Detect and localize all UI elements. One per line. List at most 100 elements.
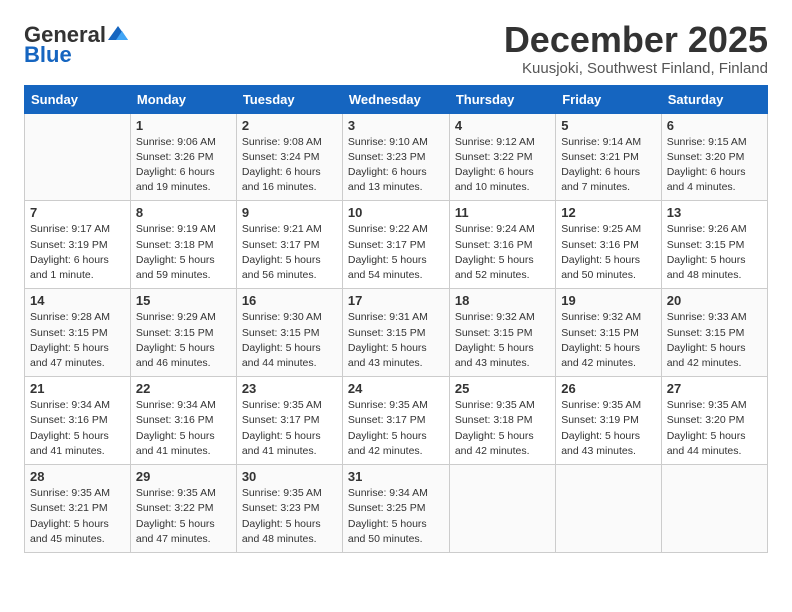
calendar-cell: 29Sunrise: 9:35 AM Sunset: 3:22 PM Dayli…	[130, 465, 236, 553]
calendar-cell: 3Sunrise: 9:10 AM Sunset: 3:23 PM Daylig…	[342, 113, 449, 201]
day-info: Sunrise: 9:17 AM Sunset: 3:19 PM Dayligh…	[30, 222, 125, 283]
calendar-cell: 7 Sunrise: 9:17 AM Sunset: 3:19 PM Daylig…	[25, 201, 131, 289]
calendar-week-row: 28 Sunrise: 9:35 AM Sunset: 3:21 PM Dayli…	[25, 465, 768, 553]
day-info: Sunrise: 9:35 AM Sunset: 3:17 PM Dayligh…	[242, 398, 337, 459]
day-info: Sunrise: 9:24 AM Sunset: 3:16 PM Dayligh…	[455, 222, 550, 283]
calendar-cell: 1Sunrise: 9:06 AM Sunset: 3:26 PM Daylig…	[130, 113, 236, 201]
weekday-header: Sunday	[25, 85, 131, 113]
day-number: 8	[136, 205, 231, 220]
month-title: December 2025	[504, 20, 768, 60]
calendar-cell: 4 Sunrise: 9:12 AM Sunset: 3:22 PM Daylig…	[449, 113, 555, 201]
day-number: 3	[348, 118, 444, 133]
day-number: 7	[30, 205, 125, 220]
day-info: Sunrise: 9:25 AM Sunset: 3:16 PM Dayligh…	[561, 222, 656, 283]
calendar-cell: 15 Sunrise: 9:29 AM Sunset: 3:15 PM Dayli…	[130, 289, 236, 377]
day-info: Sunrise: 9:12 AM Sunset: 3:22 PM Dayligh…	[455, 135, 550, 196]
weekday-header: Wednesday	[342, 85, 449, 113]
day-number: 22	[136, 381, 231, 396]
calendar-cell: 8 Sunrise: 9:19 AM Sunset: 3:18 PM Daylig…	[130, 201, 236, 289]
day-number: 15	[136, 293, 231, 308]
day-info: Sunrise: 9:32 AM Sunset: 3:15 PM Dayligh…	[561, 310, 656, 371]
calendar-cell: 20 Sunrise: 9:33 AM Sunset: 3:15 PM Dayli…	[661, 289, 767, 377]
calendar-cell: 28 Sunrise: 9:35 AM Sunset: 3:21 PM Dayli…	[25, 465, 131, 553]
day-info: Sunrise: 9:35 AM Sunset: 3:18 PM Dayligh…	[455, 398, 550, 459]
calendar-week-row: 1Sunrise: 9:06 AM Sunset: 3:26 PM Daylig…	[25, 113, 768, 201]
day-number: 28	[30, 469, 125, 484]
day-number: 2	[242, 118, 337, 133]
weekday-header: Monday	[130, 85, 236, 113]
weekday-header: Saturday	[661, 85, 767, 113]
day-info: Sunrise: 9:29 AM Sunset: 3:15 PM Dayligh…	[136, 310, 231, 371]
weekday-header: Tuesday	[236, 85, 342, 113]
day-number: 20	[667, 293, 762, 308]
calendar-cell: 16Sunrise: 9:30 AM Sunset: 3:15 PM Dayli…	[236, 289, 342, 377]
day-info: Sunrise: 9:35 AM Sunset: 3:21 PM Dayligh…	[30, 486, 125, 547]
day-info: Sunrise: 9:22 AM Sunset: 3:17 PM Dayligh…	[348, 222, 444, 283]
day-info: Sunrise: 9:14 AM Sunset: 3:21 PM Dayligh…	[561, 135, 656, 196]
day-number: 30	[242, 469, 337, 484]
day-info: Sunrise: 9:08 AM Sunset: 3:24 PM Dayligh…	[242, 135, 337, 196]
calendar-cell: 18 Sunrise: 9:32 AM Sunset: 3:15 PM Dayli…	[449, 289, 555, 377]
day-number: 13	[667, 205, 762, 220]
day-number: 24	[348, 381, 444, 396]
calendar-cell: 26 Sunrise: 9:35 AM Sunset: 3:19 PM Dayli…	[556, 377, 662, 465]
calendar-cell: 2 Sunrise: 9:08 AM Sunset: 3:24 PM Daylig…	[236, 113, 342, 201]
day-number: 10	[348, 205, 444, 220]
day-info: Sunrise: 9:28 AM Sunset: 3:15 PM Dayligh…	[30, 310, 125, 371]
day-number: 16	[242, 293, 337, 308]
calendar-week-row: 21 Sunrise: 9:34 AM Sunset: 3:16 PM Dayli…	[25, 377, 768, 465]
logo-blue: Blue	[24, 44, 72, 66]
calendar-cell: 30 Sunrise: 9:35 AM Sunset: 3:23 PM Dayli…	[236, 465, 342, 553]
day-number: 23	[242, 381, 337, 396]
calendar-cell: 25Sunrise: 9:35 AM Sunset: 3:18 PM Dayli…	[449, 377, 555, 465]
day-number: 14	[30, 293, 125, 308]
title-block: December 2025 Kuusjoki, Southwest Finlan…	[504, 20, 768, 77]
day-number: 27	[667, 381, 762, 396]
day-info: Sunrise: 9:06 AM Sunset: 3:26 PM Dayligh…	[136, 135, 231, 196]
day-info: Sunrise: 9:34 AM Sunset: 3:25 PM Dayligh…	[348, 486, 444, 547]
logo-icon	[108, 26, 128, 42]
calendar-cell: 24 Sunrise: 9:35 AM Sunset: 3:17 PM Dayli…	[342, 377, 449, 465]
weekday-header: Thursday	[449, 85, 555, 113]
day-number: 21	[30, 381, 125, 396]
calendar-cell: 10 Sunrise: 9:22 AM Sunset: 3:17 PM Dayli…	[342, 201, 449, 289]
location: Kuusjoki, Southwest Finland, Finland	[504, 60, 768, 77]
calendar-cell: 6 Sunrise: 9:15 AM Sunset: 3:20 PM Daylig…	[661, 113, 767, 201]
day-number: 19	[561, 293, 656, 308]
day-info: Sunrise: 9:15 AM Sunset: 3:20 PM Dayligh…	[667, 135, 762, 196]
day-number: 9	[242, 205, 337, 220]
day-info: Sunrise: 9:35 AM Sunset: 3:19 PM Dayligh…	[561, 398, 656, 459]
calendar-cell	[25, 113, 131, 201]
day-number: 11	[455, 205, 550, 220]
day-info: Sunrise: 9:26 AM Sunset: 3:15 PM Dayligh…	[667, 222, 762, 283]
day-info: Sunrise: 9:19 AM Sunset: 3:18 PM Dayligh…	[136, 222, 231, 283]
calendar-table: SundayMondayTuesdayWednesdayThursdayFrid…	[24, 85, 768, 553]
calendar-cell: 31Sunrise: 9:34 AM Sunset: 3:25 PM Dayli…	[342, 465, 449, 553]
calendar-week-row: 7 Sunrise: 9:17 AM Sunset: 3:19 PM Daylig…	[25, 201, 768, 289]
day-number: 18	[455, 293, 550, 308]
day-number: 5	[561, 118, 656, 133]
page-header: General Blue December 2025 Kuusjoki, Sou…	[24, 20, 768, 77]
day-number: 12	[561, 205, 656, 220]
weekday-header: Friday	[556, 85, 662, 113]
calendar-week-row: 14 Sunrise: 9:28 AM Sunset: 3:15 PM Dayli…	[25, 289, 768, 377]
day-number: 17	[348, 293, 444, 308]
day-info: Sunrise: 9:35 AM Sunset: 3:22 PM Dayligh…	[136, 486, 231, 547]
day-info: Sunrise: 9:35 AM Sunset: 3:23 PM Dayligh…	[242, 486, 337, 547]
day-info: Sunrise: 9:31 AM Sunset: 3:15 PM Dayligh…	[348, 310, 444, 371]
day-info: Sunrise: 9:32 AM Sunset: 3:15 PM Dayligh…	[455, 310, 550, 371]
day-number: 26	[561, 381, 656, 396]
day-number: 4	[455, 118, 550, 133]
calendar-cell: 11 Sunrise: 9:24 AM Sunset: 3:16 PM Dayli…	[449, 201, 555, 289]
day-number: 6	[667, 118, 762, 133]
day-info: Sunrise: 9:33 AM Sunset: 3:15 PM Dayligh…	[667, 310, 762, 371]
day-info: Sunrise: 9:35 AM Sunset: 3:17 PM Dayligh…	[348, 398, 444, 459]
calendar-cell: 21Sunrise: 9:34 AM Sunset: 3:16 PM Dayli…	[25, 377, 131, 465]
calendar-cell: 23 Sunrise: 9:35 AM Sunset: 3:17 PM Dayli…	[236, 377, 342, 465]
calendar-cell: 12 Sunrise: 9:25 AM Sunset: 3:16 PM Dayli…	[556, 201, 662, 289]
calendar-cell: 22 Sunrise: 9:34 AM Sunset: 3:16 PM Dayli…	[130, 377, 236, 465]
calendar-cell	[661, 465, 767, 553]
weekday-header-row: SundayMondayTuesdayWednesdayThursdayFrid…	[25, 85, 768, 113]
day-info: Sunrise: 9:34 AM Sunset: 3:16 PM Dayligh…	[136, 398, 231, 459]
calendar-cell: 13 Sunrise: 9:26 AM Sunset: 3:15 PM Dayli…	[661, 201, 767, 289]
